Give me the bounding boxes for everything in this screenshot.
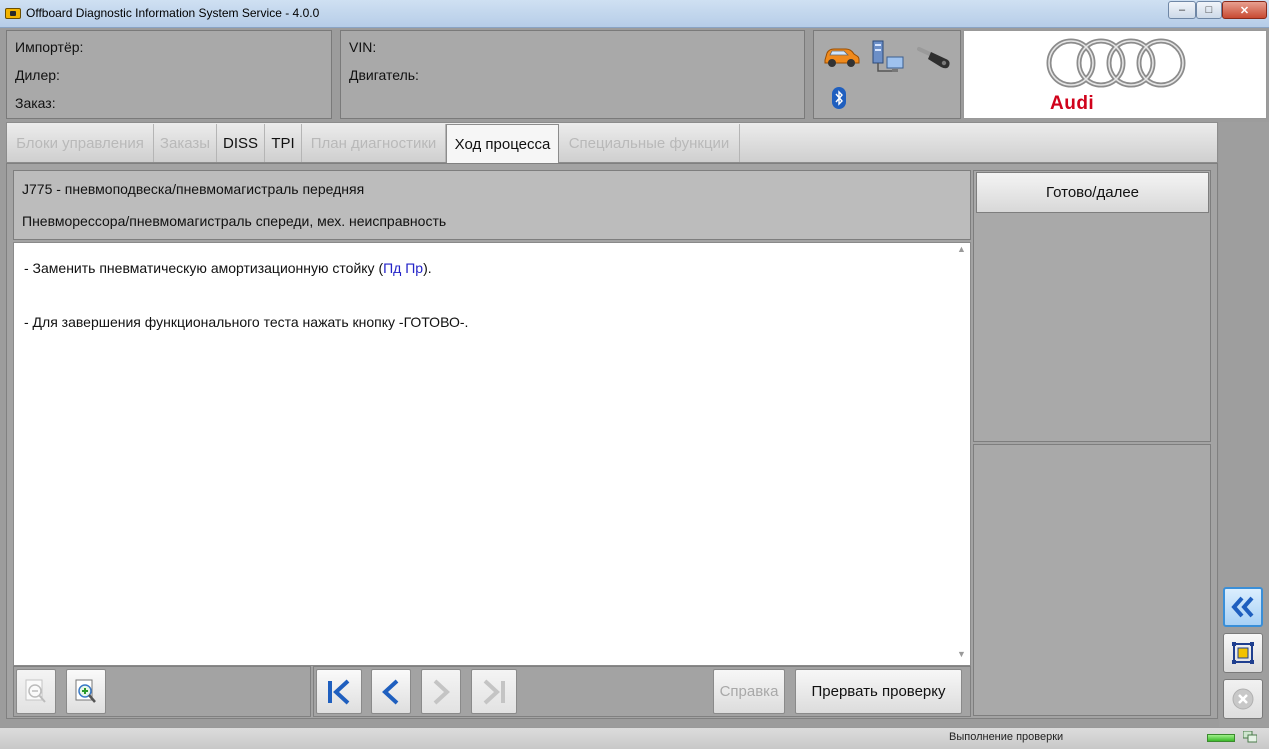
- vin-panel: VIN: Двигатель:: [340, 30, 805, 119]
- info-side-panel: [973, 444, 1211, 716]
- instruction-line-2: - Для завершения функционального теста н…: [24, 314, 469, 330]
- status-bar: [0, 727, 1269, 749]
- bluetooth-icon[interactable]: [832, 87, 846, 109]
- tab-control-units[interactable]: Блоки управления: [7, 124, 154, 162]
- zoom-toolbar: [13, 666, 311, 717]
- tab-orders[interactable]: Заказы: [154, 124, 217, 162]
- fault-title: Пневморессора/пневмомагистраль спереди, …: [22, 213, 447, 229]
- window-mode-button[interactable]: [1223, 633, 1263, 673]
- position-link[interactable]: Пд Пр: [383, 260, 423, 276]
- close-circle-icon: [1232, 688, 1254, 710]
- audi-rings-logo: [1046, 38, 1186, 88]
- dealer-label: Дилер:: [15, 67, 60, 83]
- first-step-button[interactable]: [316, 669, 362, 714]
- window-title: Offboard Diagnostic Information System S…: [26, 6, 320, 20]
- zoom-in-button[interactable]: [66, 669, 106, 714]
- abort-test-button[interactable]: Прервать проверку: [795, 669, 962, 714]
- importer-label: Импортёр:: [15, 39, 84, 55]
- close-window-button[interactable]: ✕: [1222, 1, 1267, 19]
- tab-diss[interactable]: DISS: [217, 124, 265, 162]
- zoom-out-icon: [25, 679, 46, 703]
- exit-button[interactable]: [1223, 679, 1263, 719]
- skip-last-icon: [483, 679, 505, 704]
- scroll-down-arrow[interactable]: ▼: [954, 649, 969, 663]
- done-next-button[interactable]: Готово/далее: [976, 172, 1209, 213]
- network-icon[interactable]: [870, 39, 906, 75]
- order-label: Заказ:: [15, 95, 56, 111]
- last-step-button[interactable]: [471, 669, 517, 714]
- help-button[interactable]: Справка: [713, 669, 785, 714]
- scroll-up-arrow[interactable]: ▲: [954, 244, 969, 258]
- audi-logo-text: Audi: [1050, 93, 1095, 114]
- status-text: Выполнение проверки: [949, 731, 1064, 743]
- tab-tpi[interactable]: TPI: [265, 124, 302, 162]
- network-status-icon: [1243, 731, 1257, 743]
- previous-step-button[interactable]: [371, 669, 411, 714]
- double-chevron-left-icon: [1231, 596, 1254, 618]
- car-icon[interactable]: [822, 43, 860, 69]
- instruction-line-1-text: - Заменить пневматическую амортизационну…: [24, 260, 384, 276]
- instruction-line-1-end: ).: [423, 260, 432, 276]
- engine-label: Двигатель:: [349, 67, 419, 83]
- skip-first-icon: [328, 679, 350, 704]
- tab-process-flow[interactable]: Ход процесса: [446, 124, 559, 163]
- connection-status-panel: [813, 30, 961, 119]
- zoom-out-button[interactable]: [16, 669, 56, 714]
- minimize-button[interactable]: –: [1168, 1, 1196, 19]
- chevron-right-icon: [433, 679, 450, 704]
- instruction-text-area[interactable]: [13, 242, 971, 666]
- key-icon[interactable]: [916, 43, 954, 71]
- next-step-button[interactable]: [421, 669, 461, 714]
- app-icon: [5, 8, 21, 19]
- tab-diagnostic-plan[interactable]: План диагностики: [302, 124, 446, 162]
- instruction-line-1: - Заменить пневматическую амортизационну…: [24, 260, 432, 276]
- chevron-left-icon: [382, 679, 399, 704]
- zoom-in-icon: [75, 679, 96, 703]
- tab-special-functions[interactable]: Специальные функции: [559, 124, 740, 162]
- vin-label: VIN:: [349, 39, 377, 55]
- collapse-button[interactable]: [1223, 587, 1263, 627]
- audi-logo-panel: Audi: [963, 30, 1267, 119]
- vehicle-info-panel: Импортёр: Дилер: Заказ:: [6, 30, 332, 119]
- maximize-button[interactable]: □: [1196, 1, 1222, 19]
- window-frame-icon: [1232, 642, 1254, 664]
- component-title: J775 - пневмоподвеска/пневмомагистраль п…: [22, 181, 365, 197]
- status-progress-indicator: [1207, 734, 1235, 742]
